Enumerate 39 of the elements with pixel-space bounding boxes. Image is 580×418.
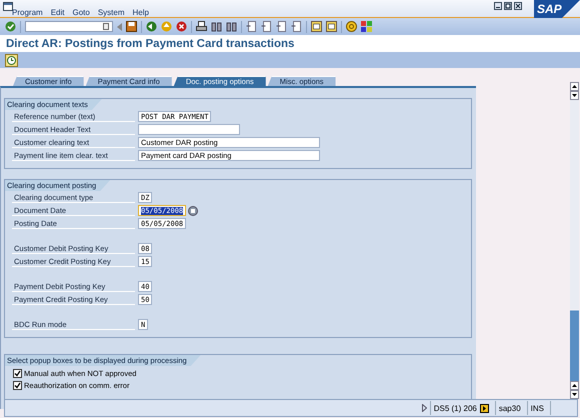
page-icon[interactable] — [291, 21, 302, 32]
command-field[interactable] — [25, 21, 113, 32]
checkbox[interactable] — [13, 369, 22, 378]
page-icon[interactable] — [246, 21, 257, 32]
cancel-icon[interactable] — [176, 21, 187, 32]
scroll-down-icon[interactable] — [570, 91, 579, 100]
page-icon[interactable] — [261, 21, 272, 32]
window-icon[interactable] — [311, 21, 322, 32]
layout-icon[interactable] — [361, 21, 372, 32]
check-icon[interactable] — [5, 21, 16, 32]
input-field[interactable] — [138, 124, 240, 135]
maximize-icon[interactable] — [504, 2, 512, 10]
page-icon[interactable] — [276, 21, 287, 32]
scroll-up-icon[interactable] — [570, 381, 579, 390]
menu-item[interactable]: Edit — [50, 8, 64, 17]
close-icon[interactable] — [514, 2, 522, 10]
back-icon[interactable] — [146, 21, 157, 32]
clock-icon[interactable] — [5, 54, 18, 66]
dropdown-icon[interactable] — [103, 23, 109, 30]
print-icon[interactable] — [196, 21, 207, 32]
logo-text: SAP — [537, 2, 562, 16]
menu-item[interactable]: Program — [12, 8, 43, 17]
minimize-icon[interactable] — [494, 2, 502, 10]
triangle-right-icon[interactable] — [422, 404, 427, 412]
window-menu-icon[interactable] — [3, 2, 13, 11]
checkbox[interactable] — [13, 381, 22, 390]
menu-item[interactable]: Goto — [72, 8, 90, 17]
scroll-up-icon[interactable] — [570, 82, 579, 91]
save-icon[interactable] — [126, 21, 137, 32]
session-icon[interactable] — [480, 404, 489, 412]
server-name: sap30 — [494, 401, 524, 415]
window-icon[interactable] — [326, 21, 337, 32]
menu-item[interactable]: Help — [132, 8, 149, 17]
scrollbar[interactable] — [570, 82, 579, 399]
scroll-down-icon[interactable] — [570, 390, 579, 399]
insert-mode: INS — [526, 401, 547, 415]
menu-item[interactable]: System — [98, 8, 124, 17]
screen-title: Direct AR: Postings from Payment Card transactions — [6, 38, 294, 50]
system-info: DS5 (1) 206 — [434, 404, 477, 412]
